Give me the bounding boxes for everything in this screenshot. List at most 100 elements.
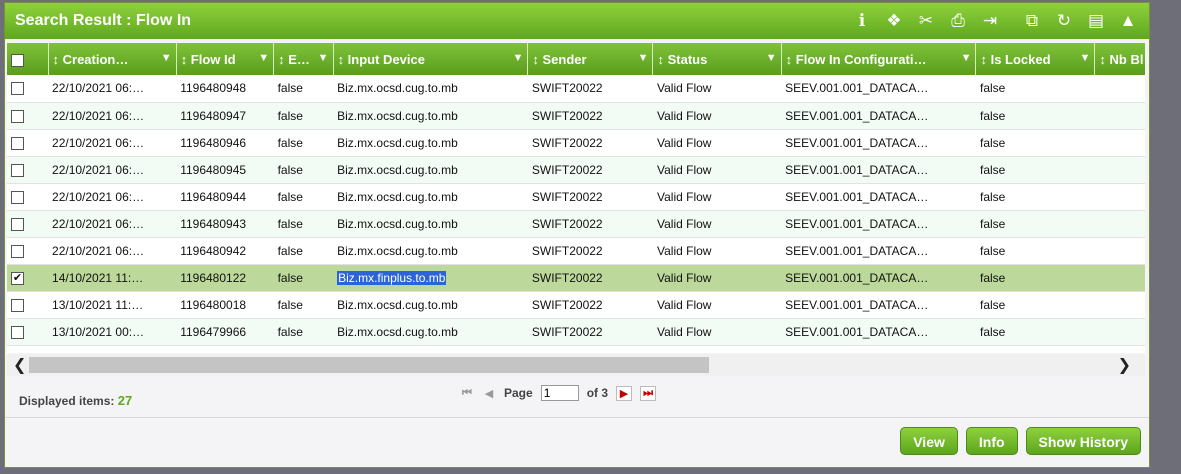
row-checkbox[interactable] [11,298,24,312]
column-header-label: ↕ Creation… [52,52,129,68]
table-cell: Biz.mx.ocsd.cug.to.mb [333,156,528,184]
table-cell: Biz.mx.ocsd.cug.to.mb [333,183,528,211]
select-all-header [7,43,49,75]
filter-icon[interactable]: ▼ [961,52,972,64]
first-page-icon[interactable]: ⏮ [460,387,474,400]
scroll-right-icon[interactable]: ❯ [1118,355,1131,375]
table-row[interactable]: 22/10/2021 06:… 1196480945 false Biz.mx.ocs… [7,156,1145,184]
link-icon[interactable]: ✂ [915,11,937,31]
print-icon[interactable]: ⎙ [947,11,969,31]
table-cell [1094,237,1145,265]
export-icon[interactable]: ⇥ [979,11,1001,31]
page-number-input[interactable] [540,385,579,401]
row-checkbox[interactable] [11,325,24,339]
column-header[interactable]: ↕ Input Device ▼ [333,43,529,75]
column-header[interactable]: ↕ Nb Bl [1094,43,1145,75]
info-button[interactable]: Info [965,427,1018,455]
table-row[interactable]: 22/10/2021 06:… 1196480948 false Biz.mx.ocs… [7,75,1145,103]
table-cell: SEEV.001.001_DATACA… [781,264,976,292]
table-cell: false [273,291,334,319]
table-row[interactable]: 13/10/2021 00:… 1196479966 false Biz.mx.ocs… [7,318,1145,346]
collapse-icon[interactable]: ▲ [1117,11,1139,31]
table-row[interactable]: 13/10/2021 11:… 1196480018 false Biz.mx.ocs… [7,291,1145,319]
scroll-left-icon[interactable]: ❮ [13,355,26,375]
table-row[interactable]: 22/10/2021 06:… 1196480942 false Biz.mx.ocs… [7,237,1145,265]
table-cell: 22/10/2021 06:… [48,156,177,184]
filter-icon[interactable]: ▼ [161,52,172,64]
table-cell [1094,183,1145,211]
filter-icon[interactable]: ▼ [766,52,777,64]
table-cell: false [273,102,334,130]
table-cell: Biz.mx.ocsd.cug.to.mb [333,237,528,265]
column-header-label: ↕ Flow Id [180,52,236,68]
table-row[interactable]: ✔ 14/10/2021 11:… 1196480122 false Biz.mx.fi… [7,264,1145,292]
clipboard-icon[interactable]: ⧉ [1021,11,1043,31]
row-checkbox[interactable] [11,244,24,258]
previous-page-icon[interactable]: ◀ [482,387,496,400]
column-header[interactable]: ↕ Creation… ▼ [48,43,177,75]
column-header[interactable]: ↕ Is Locked ▼ [975,43,1096,75]
save-icon[interactable]: ▤ [1085,11,1107,31]
table-cell: 1196480122 [176,264,274,292]
table-cell: Valid Flow [652,237,782,265]
table-cell: 1196480946 [176,129,274,157]
row-checkbox[interactable] [11,163,24,177]
filter-icon[interactable]: ▼ [1080,52,1091,64]
filter-icon[interactable]: ▼ [513,52,524,64]
row-checkbox[interactable]: ✔ [11,271,24,285]
table-cell: false [975,129,1095,157]
table-row[interactable]: 22/10/2021 06:… 1196480944 false Biz.mx.ocs… [7,183,1145,211]
table-cell: Valid Flow [652,210,782,238]
table-cell: SWIFT20022 [527,210,653,238]
refresh-icon[interactable]: ↻ [1053,11,1075,31]
scrollbar-thumb[interactable] [29,357,709,373]
show-history-button[interactable]: Show History [1025,427,1141,455]
table-cell: false [273,237,334,265]
table-cell: Valid Flow [652,156,782,184]
table-cell: 1196480942 [176,237,274,265]
table-cell: 22/10/2021 06:… [48,183,177,211]
filter-icon[interactable]: ▼ [258,52,269,64]
filter-icon[interactable]: ▼ [318,52,329,64]
table-cell: false [273,156,334,184]
row-select-cell [7,210,49,238]
page-label: Page [504,386,533,400]
filter-icon[interactable]: ▼ [638,52,649,64]
table-row[interactable]: 22/10/2021 06:… 1196480946 false Biz.mx.ocs… [7,129,1145,157]
last-page-icon[interactable]: ⏭ [640,385,657,401]
table-cell: Biz.mx.ocsd.cug.to.mb [333,210,528,238]
results-grid: ↕ Creation… ▼ ↕ Flow Id ▼ ↕ E… ▼ ↕ Input Devic… [7,43,1145,353]
view-button[interactable]: View [900,427,958,455]
column-header[interactable]: ↕ E… ▼ [273,43,334,75]
column-header-label: ↕ Nb Bl [1099,52,1144,68]
row-checkbox[interactable] [11,136,24,150]
column-header[interactable]: ↕ Flow Id ▼ [176,43,275,75]
info-icon[interactable]: ℹ [851,11,873,31]
table-cell: false [975,102,1095,130]
table-cell: 13/10/2021 00:… [48,318,177,346]
table-row[interactable]: 22/10/2021 06:… 1196480947 false Biz.mx.ocs… [7,102,1145,130]
action-buttons: View Info Show History [900,427,1141,455]
chart-icon[interactable]: ❖ [883,11,905,31]
next-page-icon[interactable]: ▶ [616,385,633,401]
table-cell: 14/10/2021 11:… [48,264,177,292]
table-cell: SWIFT20022 [527,75,653,103]
table-row[interactable]: 22/10/2021 06:… 1196480943 false Biz.mx.ocs… [7,210,1145,238]
column-header[interactable]: ↕ Status ▼ [652,43,782,75]
row-checkbox[interactable] [11,190,24,204]
row-select-cell [7,237,49,265]
column-header[interactable]: ↕ Sender ▼ [527,43,654,75]
table-cell: Biz.mx.ocsd.cug.to.mb [333,291,528,319]
select-all-checkbox[interactable] [11,53,24,67]
horizontal-scrollbar[interactable]: ❮ ❯ [7,354,1145,376]
row-checkbox[interactable] [11,109,24,123]
row-checkbox[interactable] [11,82,24,96]
toolbar: ℹ ❖ ✂ ⎙ ⇥ ⧉ ↻ ▤ ▲ [851,11,1139,31]
table-cell: false [273,318,334,346]
column-header[interactable]: ↕ Flow In Configurati… ▼ [781,43,977,75]
table-cell: SWIFT20022 [527,291,653,319]
table-cell: 22/10/2021 06:… [48,129,177,157]
row-checkbox[interactable] [11,217,24,231]
table-cell: false [975,237,1095,265]
panel-titlebar: Search Result : Flow In ℹ ❖ ✂ ⎙ ⇥ ⧉ ↻ ▤ ▲ [5,3,1149,39]
